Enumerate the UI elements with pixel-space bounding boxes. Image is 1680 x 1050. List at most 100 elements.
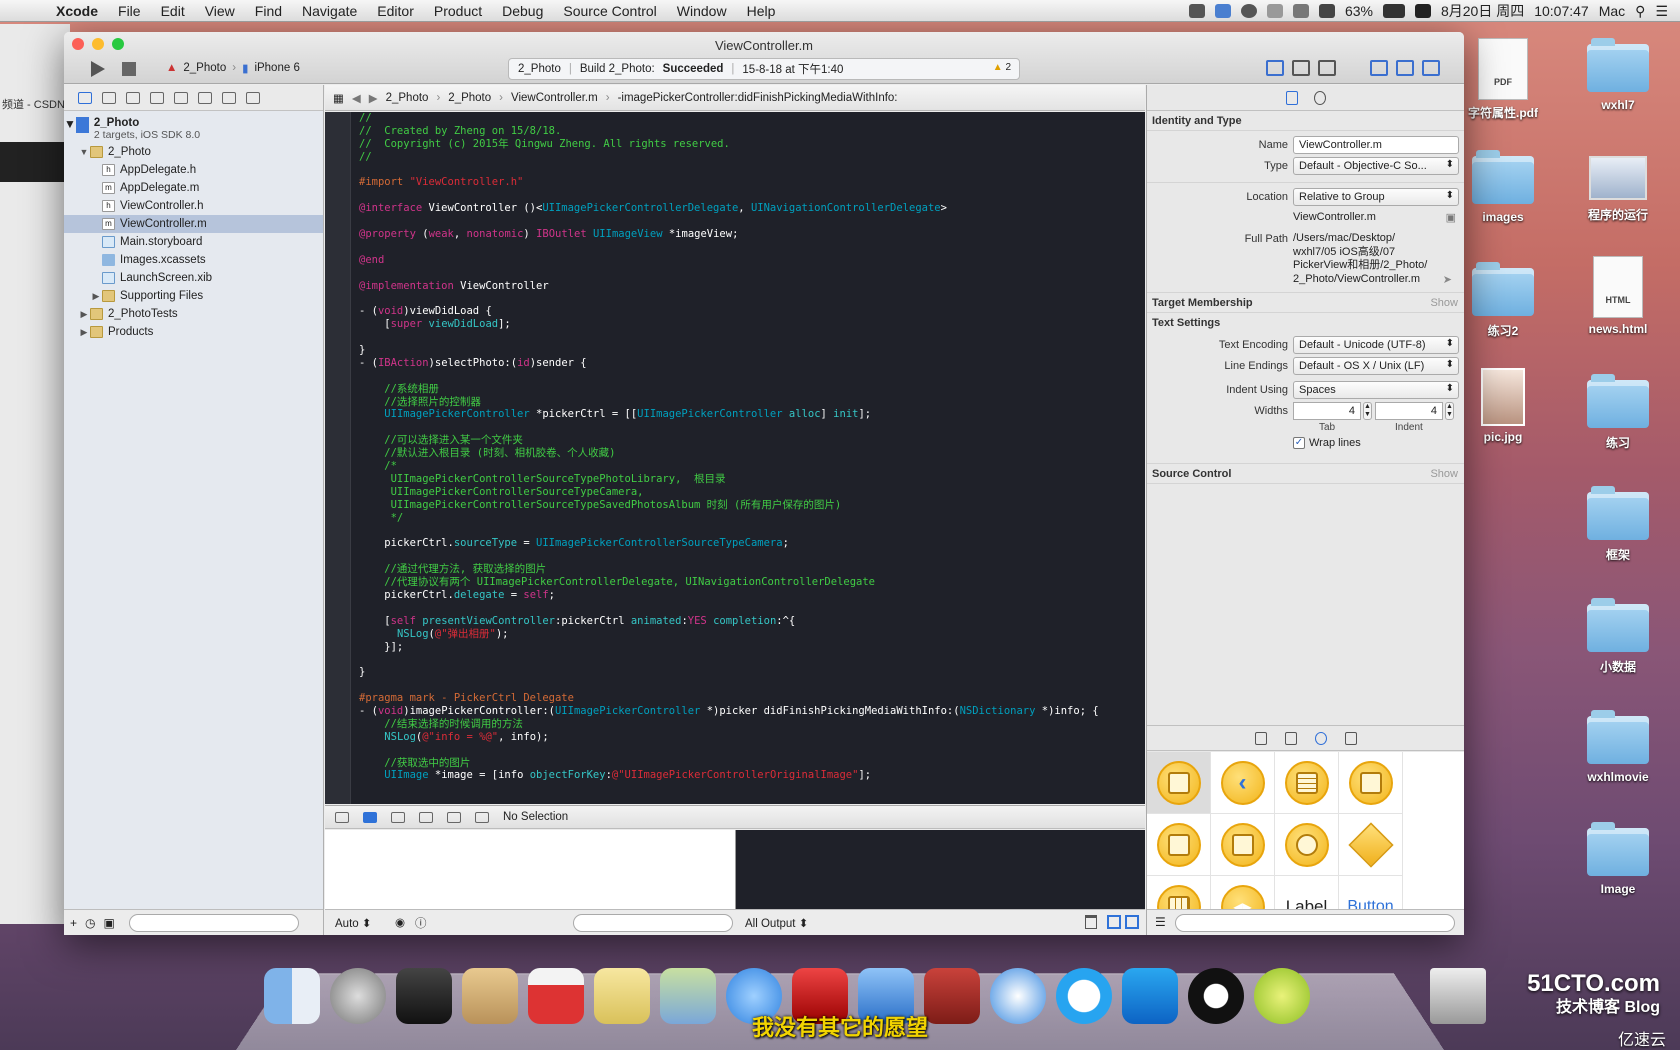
tab-width-stepper[interactable]: ▲ ▼ xyxy=(1363,402,1372,420)
teamviewer-status-icon[interactable] xyxy=(1214,4,1231,18)
code-line[interactable] xyxy=(359,267,1099,280)
library-item-collection-view-controller[interactable] xyxy=(1275,814,1339,876)
desktop-item-news-html[interactable]: HTML news.html xyxy=(1563,256,1673,336)
code-line[interactable]: //代理协议有两个 UIImagePickerControllerDelegat… xyxy=(359,576,1099,589)
code-line[interactable]: NSLog(@"弹出相册"); xyxy=(359,628,1099,641)
variables-filter-input[interactable] xyxy=(573,914,733,932)
menu-navigate[interactable]: Navigate xyxy=(292,3,367,19)
indent-width-stepper[interactable]: ▲ ▼ xyxy=(1445,402,1454,420)
step-into-icon[interactable] xyxy=(447,811,461,823)
code-line[interactable]: - (void)viewDidLoad { xyxy=(359,305,1099,318)
disclosure-triangle-icon[interactable]: ▶ xyxy=(78,327,90,338)
desktop-item-small-data[interactable]: 小数据 xyxy=(1563,598,1673,675)
code-line[interactable]: #pragma mark - PickerCtrl Delegate xyxy=(359,692,1099,705)
spotlight-icon[interactable]: ⚲ xyxy=(1635,3,1645,20)
object-library-icon[interactable] xyxy=(1315,731,1327,745)
stop-button[interactable] xyxy=(122,62,136,76)
debug-icon[interactable] xyxy=(198,91,212,104)
code-line[interactable]: */ xyxy=(359,512,1099,525)
tree-item-file[interactable]: m AppDelegate.m xyxy=(64,179,323,197)
search-icon[interactable] xyxy=(126,91,140,104)
line-endings-popup[interactable]: Default - OS X / Unix (LF) xyxy=(1293,357,1459,375)
project-row[interactable]: ▼ 2_Photo 2 targets, iOS SDK 8.0 xyxy=(64,113,323,143)
code-line[interactable]: - (IBAction)selectPhoto:(id)sender { xyxy=(359,357,1099,370)
jump-crumb-method[interactable]: -imagePickerController:didFinishPickingM… xyxy=(618,92,898,104)
back-arrow-icon[interactable]: ◀ xyxy=(352,91,361,105)
tree-item-file[interactable]: LaunchScreen.xib xyxy=(64,269,323,287)
pause-icon[interactable] xyxy=(391,811,405,823)
code-line[interactable]: @end xyxy=(359,254,1099,267)
info-icon[interactable]: ⓘ xyxy=(415,915,427,931)
code-line[interactable]: // xyxy=(359,151,1099,164)
desktop-item-images[interactable]: images xyxy=(1448,150,1558,224)
code-line[interactable]: [self presentViewController:pickerCtrl a… xyxy=(359,615,1099,628)
navigator-toggle-icon[interactable] xyxy=(1370,60,1388,76)
warning-icon[interactable] xyxy=(150,91,164,104)
code-line[interactable]: //默认进入根目录 (时刻、相机胶卷、个人收藏) xyxy=(359,447,1099,460)
code-line[interactable] xyxy=(359,370,1099,383)
code-line[interactable]: //结束选择的时候调用的方法 xyxy=(359,718,1099,731)
library-item-table-view-controller[interactable] xyxy=(1275,752,1339,814)
menu-debug[interactable]: Debug xyxy=(492,3,553,19)
desktop-item-practice2[interactable]: 练习2 xyxy=(1448,262,1558,339)
menubar-user[interactable]: Mac xyxy=(1599,3,1625,19)
wrap-lines-checkbox[interactable]: ✓ xyxy=(1293,437,1305,449)
trash-icon[interactable] xyxy=(1085,915,1097,929)
code-line[interactable]: UIImagePickerControllerSourceTypeCamera, xyxy=(359,486,1099,499)
standard-editor-icon[interactable] xyxy=(1266,60,1284,76)
indent-using-popup[interactable]: Spaces xyxy=(1293,381,1459,399)
code-line[interactable] xyxy=(359,679,1099,692)
code-text[interactable]: //// Created by Zheng on 15/8/18.// Copy… xyxy=(359,112,1099,782)
library-item-object[interactable] xyxy=(1339,814,1403,876)
wifi-icon[interactable] xyxy=(1292,4,1309,18)
code-line[interactable] xyxy=(359,164,1099,177)
version-editor-icon[interactable] xyxy=(1318,60,1336,76)
code-line[interactable] xyxy=(359,292,1099,305)
activity-viewer[interactable]: 2_Photo | Build 2_Photo: Succeeded | 15-… xyxy=(508,58,1020,80)
jump-crumb-group[interactable]: 2_Photo xyxy=(448,92,491,104)
location-popup[interactable]: Relative to Group xyxy=(1293,188,1459,206)
tree-item-file[interactable]: h AppDelegate.h xyxy=(64,161,323,179)
show-console-icon[interactable] xyxy=(1125,915,1139,929)
menu-file[interactable]: File xyxy=(108,3,151,19)
code-line[interactable]: [super viewDidLoad]; xyxy=(359,318,1099,331)
folder-icon[interactable] xyxy=(78,91,92,104)
target-membership-header[interactable]: Target Membership Show xyxy=(1147,293,1464,313)
code-line[interactable] xyxy=(359,215,1099,228)
navigator-filter-input[interactable] xyxy=(128,913,299,932)
name-input[interactable]: ViewController.m xyxy=(1293,136,1459,154)
menu-find[interactable]: Find xyxy=(245,3,292,19)
menu-product[interactable]: Product xyxy=(424,3,492,19)
disclosure-triangle-icon[interactable]: ▶ xyxy=(78,309,90,320)
hide-debug-area-icon[interactable] xyxy=(335,811,349,823)
tree-item-file-selected[interactable]: m ViewController.m xyxy=(64,215,323,233)
notification-center-icon[interactable]: ☰ xyxy=(1655,3,1668,20)
code-line[interactable] xyxy=(359,241,1099,254)
show-variables-icon[interactable] xyxy=(1107,915,1121,929)
code-line[interactable] xyxy=(359,602,1099,615)
code-line[interactable]: - (void)imagePickerController:(UIImagePi… xyxy=(359,705,1099,718)
code-line[interactable]: } xyxy=(359,344,1099,357)
tree-item-file[interactable]: Main.storyboard xyxy=(64,233,323,251)
code-line[interactable]: #import "ViewController.h" xyxy=(359,176,1099,189)
step-out-icon[interactable] xyxy=(475,811,489,823)
file-template-library-icon[interactable] xyxy=(1255,731,1267,745)
editor-gutter[interactable] xyxy=(325,112,351,804)
assistant-editor-icon[interactable] xyxy=(1292,60,1310,76)
code-line[interactable] xyxy=(359,189,1099,202)
code-line[interactable]: //系统相册 xyxy=(359,383,1099,396)
menubar-time[interactable]: 10:07:47 xyxy=(1534,3,1589,19)
utilities-toggle-icon[interactable] xyxy=(1422,60,1440,76)
tree-item-group[interactable]: ▶ Supporting Files xyxy=(64,287,323,305)
menu-view[interactable]: View xyxy=(195,3,245,19)
tab-width-input[interactable]: 4 xyxy=(1293,402,1361,420)
related-items-icon[interactable]: ▦ xyxy=(333,91,344,105)
desktop-item-pic[interactable]: pic.jpg xyxy=(1448,368,1558,444)
desktop-item-pdf[interactable]: PDF 字符属性.pdf xyxy=(1448,38,1558,121)
library-item-navigation-controller[interactable]: ‹ xyxy=(1211,752,1275,814)
code-line[interactable]: UIImagePickerControllerSourceTypeSavedPh… xyxy=(359,499,1099,512)
warning-badge[interactable]: ▲ 2 xyxy=(993,62,1011,73)
test-icon[interactable] xyxy=(174,91,188,104)
code-line[interactable]: @implementation ViewController xyxy=(359,280,1099,293)
code-line[interactable] xyxy=(359,653,1099,666)
